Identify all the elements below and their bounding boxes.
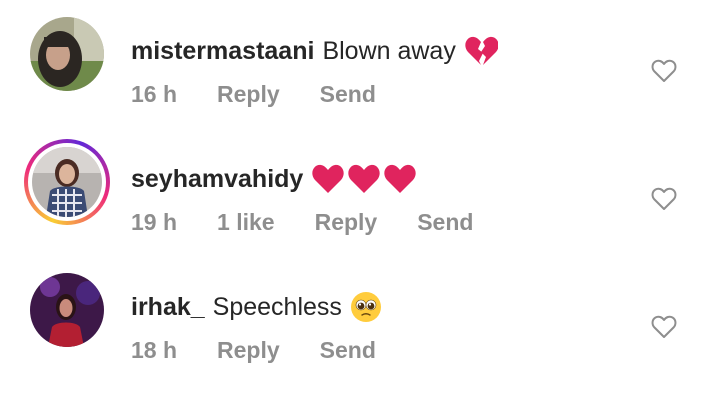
comment-body: mistermastaani Blown away — [131, 35, 498, 67]
comment-body: seyhamvahidy — [131, 163, 417, 195]
avatar-image — [32, 147, 102, 217]
comment-item: mistermastaani Blown away 16 h Reply Sen… — [0, 11, 720, 139]
heart-outline-icon[interactable] — [651, 58, 677, 84]
comment-meta: 19 h 1 like Reply Send — [131, 209, 513, 236]
comment-username[interactable]: mistermastaani — [131, 35, 314, 67]
comment-time: 16 h — [131, 81, 178, 107]
comment-time: 18 h — [131, 337, 178, 363]
comment-text: Blown away — [322, 37, 456, 65]
heart-outline-icon[interactable] — [651, 314, 677, 340]
emoji-group — [311, 163, 417, 195]
avatar[interactable] — [24, 267, 110, 353]
comment-text: Speechless — [212, 293, 342, 321]
comment-meta: 16 h Reply Send — [131, 81, 416, 108]
broken-heart-icon — [465, 36, 498, 65]
comment-meta: 18 h Reply Send — [131, 337, 416, 364]
reply-button[interactable]: Reply — [315, 209, 378, 236]
avatar-image — [30, 17, 104, 91]
reply-button[interactable]: Reply — [217, 337, 280, 364]
send-button[interactable]: Send — [417, 209, 473, 236]
comment-body: irhak_ Speechless — [131, 291, 382, 323]
pleading-face-icon — [350, 292, 381, 322]
heart-outline-icon[interactable] — [651, 186, 677, 212]
comment-username[interactable]: irhak_ — [131, 291, 205, 323]
avatar[interactable] — [24, 11, 110, 97]
send-button[interactable]: Send — [320, 81, 376, 108]
emoji-group — [350, 291, 382, 323]
likes-count[interactable]: 1 like — [217, 209, 275, 236]
reply-button[interactable]: Reply — [217, 81, 280, 108]
emoji-group — [464, 35, 498, 67]
red-heart-icon — [384, 164, 417, 193]
avatar-with-story-ring[interactable] — [24, 139, 110, 225]
comment-item: irhak_ Speechless 18 h Reply Send — [0, 267, 720, 395]
comment-time: 19 h — [131, 209, 178, 235]
comment-username[interactable]: seyhamvahidy — [131, 163, 303, 195]
send-button[interactable]: Send — [320, 337, 376, 364]
red-heart-icon — [312, 164, 345, 193]
comment-item: seyhamvahidy 19 h 1 like Reply Send — [0, 139, 720, 267]
red-heart-icon — [348, 164, 381, 193]
story-ring — [28, 143, 106, 221]
avatar-image — [30, 273, 104, 347]
